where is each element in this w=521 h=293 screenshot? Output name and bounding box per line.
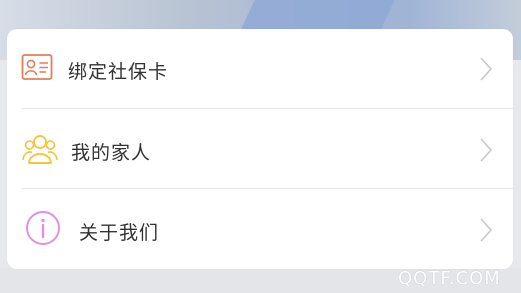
menu-item-bind-social-security-card[interactable]: 绑定社保卡: [7, 29, 513, 107]
menu-item-label: 绑定社保卡: [68, 61, 169, 83]
chevron-right-icon: [480, 138, 493, 162]
menu-item-label: 我的家人: [71, 142, 152, 164]
chevron-right-icon: [480, 218, 493, 242]
id-card-icon: [21, 53, 53, 83]
chevron-right-icon: [480, 57, 493, 81]
menu-card: 绑定社保卡 我的家人 关于我们: [7, 29, 513, 269]
info-icon: [25, 210, 61, 246]
watermark: QQTF.COM: [398, 268, 501, 289]
menu-item-my-family[interactable]: 我的家人: [7, 110, 513, 188]
divider: [22, 188, 513, 189]
menu-item-about-us[interactable]: 关于我们: [7, 190, 513, 268]
menu-item-label: 关于我们: [79, 222, 160, 244]
family-icon: [22, 132, 58, 166]
divider: [22, 108, 513, 109]
